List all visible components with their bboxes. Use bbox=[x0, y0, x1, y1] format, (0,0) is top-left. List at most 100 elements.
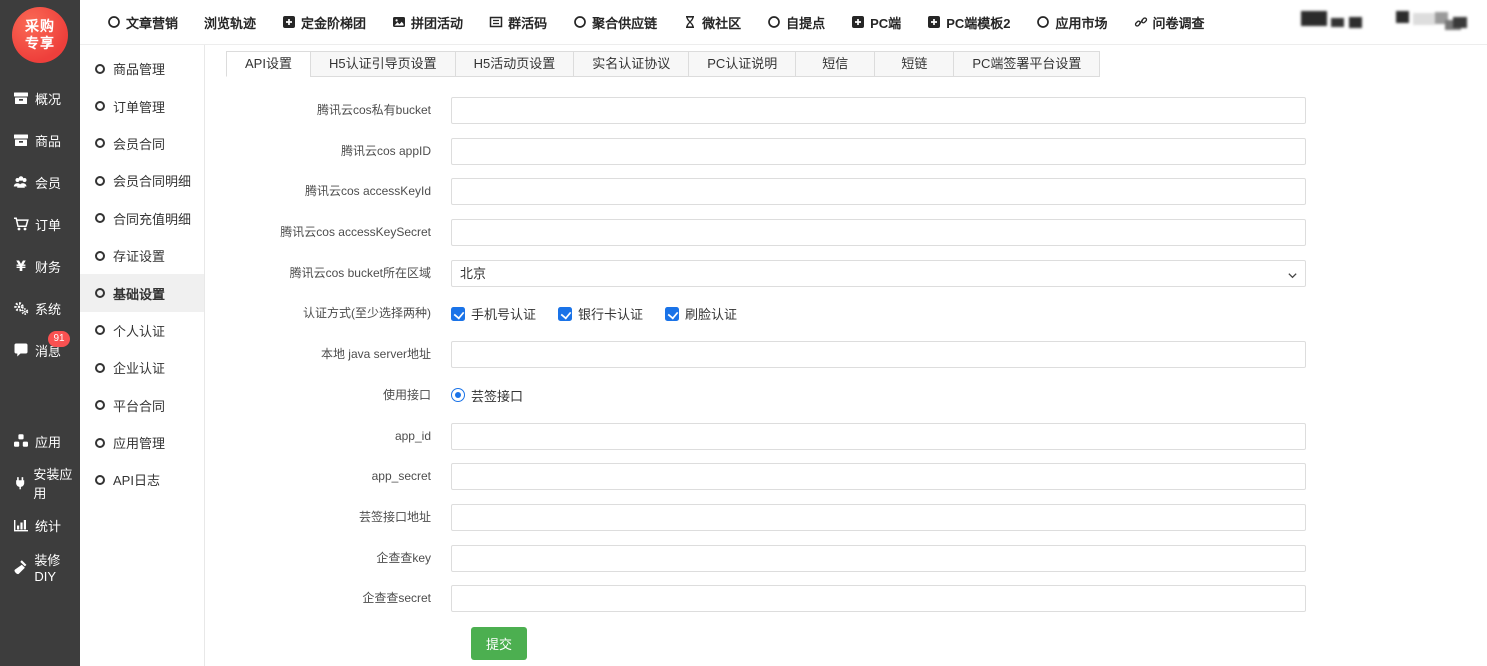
text-input-13[interactable] bbox=[451, 585, 1306, 612]
sidebar-item-label: 概况 bbox=[35, 89, 61, 108]
text-input-11[interactable] bbox=[451, 504, 1306, 531]
topnav-item-label: 拼团活动 bbox=[411, 13, 463, 32]
sidebar-item-8[interactable]: 应用 bbox=[0, 420, 80, 462]
tab-2[interactable]: H5认证引导页设置 bbox=[310, 51, 456, 77]
submenu-item-7[interactable]: 基础设置 bbox=[80, 274, 204, 311]
submenu-item-5[interactable]: 合同充值明细 bbox=[80, 200, 204, 237]
submenu-item-2[interactable]: 订单管理 bbox=[80, 87, 204, 124]
field-label: 腾讯云cos appID bbox=[226, 138, 451, 165]
topnav-item-6[interactable]: 聚合供应链 bbox=[560, 0, 670, 45]
topnav-item-3[interactable]: 定金阶梯团 bbox=[269, 0, 379, 45]
tab-3[interactable]: H5活动页设置 bbox=[455, 51, 575, 77]
topnav-item-label: 文章营销 bbox=[126, 13, 178, 32]
circle-o-icon bbox=[95, 101, 105, 111]
option-label: 银行卡认证 bbox=[578, 304, 643, 323]
submit-button[interactable]: 提交 bbox=[471, 627, 527, 660]
submenu-item-6[interactable]: 存证设置 bbox=[80, 237, 204, 274]
topnav-item-12[interactable]: 问卷调查 bbox=[1121, 0, 1218, 45]
submenu-item-12[interactable]: API日志 bbox=[80, 461, 204, 498]
topnav-item-11[interactable]: 应用市场 bbox=[1023, 0, 1120, 45]
option-label: 芸签接口 bbox=[471, 386, 523, 405]
submenu-item-11[interactable]: 应用管理 bbox=[80, 424, 204, 461]
sidebar-item-label: 系统 bbox=[35, 299, 61, 318]
topnav-item-9[interactable]: PC端 bbox=[838, 0, 914, 45]
submenu-item-label: 合同充值明细 bbox=[113, 209, 191, 228]
topnav-item-label: 应用市场 bbox=[1055, 13, 1107, 32]
sidebar-item-10[interactable]: 统计 bbox=[0, 504, 80, 546]
text-input-7[interactable] bbox=[451, 341, 1306, 368]
sidebar-item-label: 统计 bbox=[35, 516, 61, 535]
text-input-4[interactable] bbox=[451, 219, 1306, 246]
plus-square-icon bbox=[282, 15, 296, 29]
sidebar-item-7[interactable]: 消息91 bbox=[0, 329, 80, 371]
submenu-item-label: 个人认证 bbox=[113, 321, 165, 340]
topnav-item-4[interactable]: 拼团活动 bbox=[379, 0, 476, 45]
submenu-item-4[interactable]: 会员合同明细 bbox=[80, 162, 204, 199]
sidebar-item-label: 应用 bbox=[35, 432, 61, 451]
text-input-12[interactable] bbox=[451, 545, 1306, 572]
tab-6[interactable]: 短信 bbox=[795, 51, 875, 77]
gavel-icon bbox=[13, 559, 28, 575]
form-row-8: 使用接口 芸签接口 bbox=[226, 382, 1467, 409]
circle-o-icon bbox=[95, 325, 105, 335]
field-label: 企查查secret bbox=[226, 585, 451, 612]
checkbox-checked-icon[interactable] bbox=[665, 307, 679, 321]
checkbox-option-2[interactable]: 银行卡认证 bbox=[558, 304, 643, 323]
topnav-item-7[interactable]: 微社区 bbox=[670, 0, 754, 45]
text-input-1[interactable] bbox=[451, 97, 1306, 124]
option-label: 刷脸认证 bbox=[685, 304, 737, 323]
radio-checked-icon[interactable] bbox=[451, 388, 465, 402]
checkbox-option-3[interactable]: 刷脸认证 bbox=[665, 304, 737, 323]
text-input-2[interactable] bbox=[451, 138, 1306, 165]
checkbox-checked-icon[interactable] bbox=[451, 307, 465, 321]
install-icon bbox=[13, 475, 27, 491]
topnav-item-1[interactable]: 文章营销 bbox=[94, 0, 191, 45]
submenu-item-label: 商品管理 bbox=[113, 59, 165, 78]
submenu-item-1[interactable]: 商品管理 bbox=[80, 50, 204, 87]
topnav-item-10[interactable]: PC端模板2 bbox=[914, 0, 1023, 45]
checkbox-checked-icon[interactable] bbox=[558, 307, 572, 321]
field-label: 使用接口 bbox=[226, 382, 451, 409]
comment-icon bbox=[13, 342, 29, 358]
submenu-item-label: 存证设置 bbox=[113, 246, 165, 265]
topnav-item-label: 聚合供应链 bbox=[592, 13, 657, 32]
form-row-3: 腾讯云cos accessKeyId bbox=[226, 178, 1467, 205]
topnav-item-5[interactable]: 群活码 bbox=[476, 0, 560, 45]
sidebar-item-2[interactable]: 商品 bbox=[0, 119, 80, 161]
topnav-item-2[interactable]: 浏览轨迹 bbox=[191, 0, 269, 45]
region-select[interactable]: 北京 bbox=[451, 260, 1306, 287]
submenu-item-label: 平台合同 bbox=[113, 396, 165, 415]
submenu-item-10[interactable]: 平台合同 bbox=[80, 387, 204, 424]
sidebar-item-3[interactable]: 会员 bbox=[0, 161, 80, 203]
field-label: 腾讯云cos accessKeyId bbox=[226, 178, 451, 205]
circle-o-icon bbox=[95, 438, 105, 448]
users-icon bbox=[13, 174, 29, 190]
form-row-12: 企查查key bbox=[226, 545, 1467, 572]
field-control: 北京 bbox=[451, 260, 1306, 287]
text-input-10[interactable] bbox=[451, 463, 1306, 490]
tab-1[interactable]: API设置 bbox=[226, 51, 311, 77]
sidebar-item-1[interactable]: 概况 bbox=[0, 77, 80, 119]
circle-o-icon bbox=[95, 363, 105, 373]
submenu-item-9[interactable]: 企业认证 bbox=[80, 349, 204, 386]
tab-5[interactable]: PC认证说明 bbox=[688, 51, 796, 77]
field-control bbox=[451, 585, 1306, 612]
form-row-11: 芸签接口地址 bbox=[226, 504, 1467, 531]
tab-7[interactable]: 短链 bbox=[874, 51, 954, 77]
submenu-item-8[interactable]: 个人认证 bbox=[80, 312, 204, 349]
radio-option-1[interactable]: 芸签接口 bbox=[451, 386, 523, 405]
tab-8[interactable]: PC端签署平台设置 bbox=[953, 51, 1100, 77]
text-input-9[interactable] bbox=[451, 423, 1306, 450]
sidebar-item-6[interactable]: 系统 bbox=[0, 287, 80, 329]
text-input-3[interactable] bbox=[451, 178, 1306, 205]
sidebar-item-11[interactable]: 装修DIY bbox=[0, 546, 80, 588]
tab-4[interactable]: 实名认证协议 bbox=[573, 51, 689, 77]
sidebar-item-label: 安装应用 bbox=[33, 464, 80, 502]
submenu-item-3[interactable]: 会员合同 bbox=[80, 125, 204, 162]
sidebar-item-9[interactable]: 安装应用 bbox=[0, 462, 80, 504]
sidebar-item-5[interactable]: ¥财务 bbox=[0, 245, 80, 287]
form-row-13: 企查查secret bbox=[226, 585, 1467, 612]
checkbox-option-1[interactable]: 手机号认证 bbox=[451, 304, 536, 323]
sidebar-item-4[interactable]: 订单 bbox=[0, 203, 80, 245]
topnav-item-8[interactable]: 自提点 bbox=[754, 0, 838, 45]
